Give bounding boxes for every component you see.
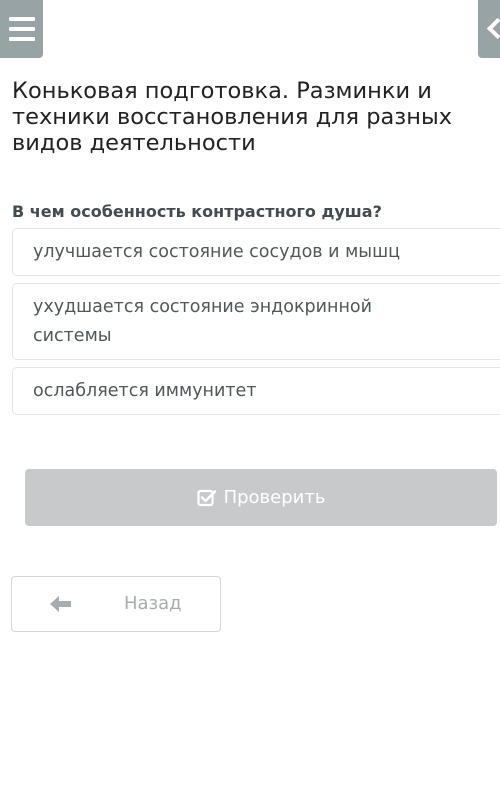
answer-option-2[interactable]: ухудшается состояние эндокринной системы <box>12 283 500 360</box>
answer-option-label: улучшается состояние сосудов и мышц <box>33 241 401 262</box>
collapse-panel-button[interactable] <box>478 0 500 58</box>
check-square-icon <box>196 488 217 508</box>
back-button-label: Назад <box>124 593 182 614</box>
quiz-page: Коньковая подготовка. Разминки и техники… <box>0 0 500 808</box>
answer-option-1[interactable]: улучшается состояние сосудов и мышц <box>12 228 500 276</box>
hamburger-menu-icon-bar <box>8 37 35 41</box>
answer-option-label: ухудшается состояние эндокринной системы <box>33 296 372 346</box>
question-text: В чем особенность контрастного душа? <box>12 202 382 221</box>
answer-option-label: ослабляется иммунитет <box>33 380 257 401</box>
chevron-left-icon <box>486 17 500 40</box>
check-button-label: Проверить <box>223 487 326 508</box>
arrow-left-icon <box>48 594 74 614</box>
back-button[interactable]: Назад <box>11 576 221 632</box>
hamburger-menu-icon <box>8 17 35 21</box>
check-button[interactable]: Проверить <box>25 469 497 526</box>
hamburger-menu-icon-bar <box>8 27 35 31</box>
menu-button[interactable] <box>0 0 43 58</box>
lesson-title: Коньковая подготовка. Разминки и техники… <box>12 78 453 156</box>
answer-option-3[interactable]: ослабляется иммунитет <box>12 367 500 415</box>
